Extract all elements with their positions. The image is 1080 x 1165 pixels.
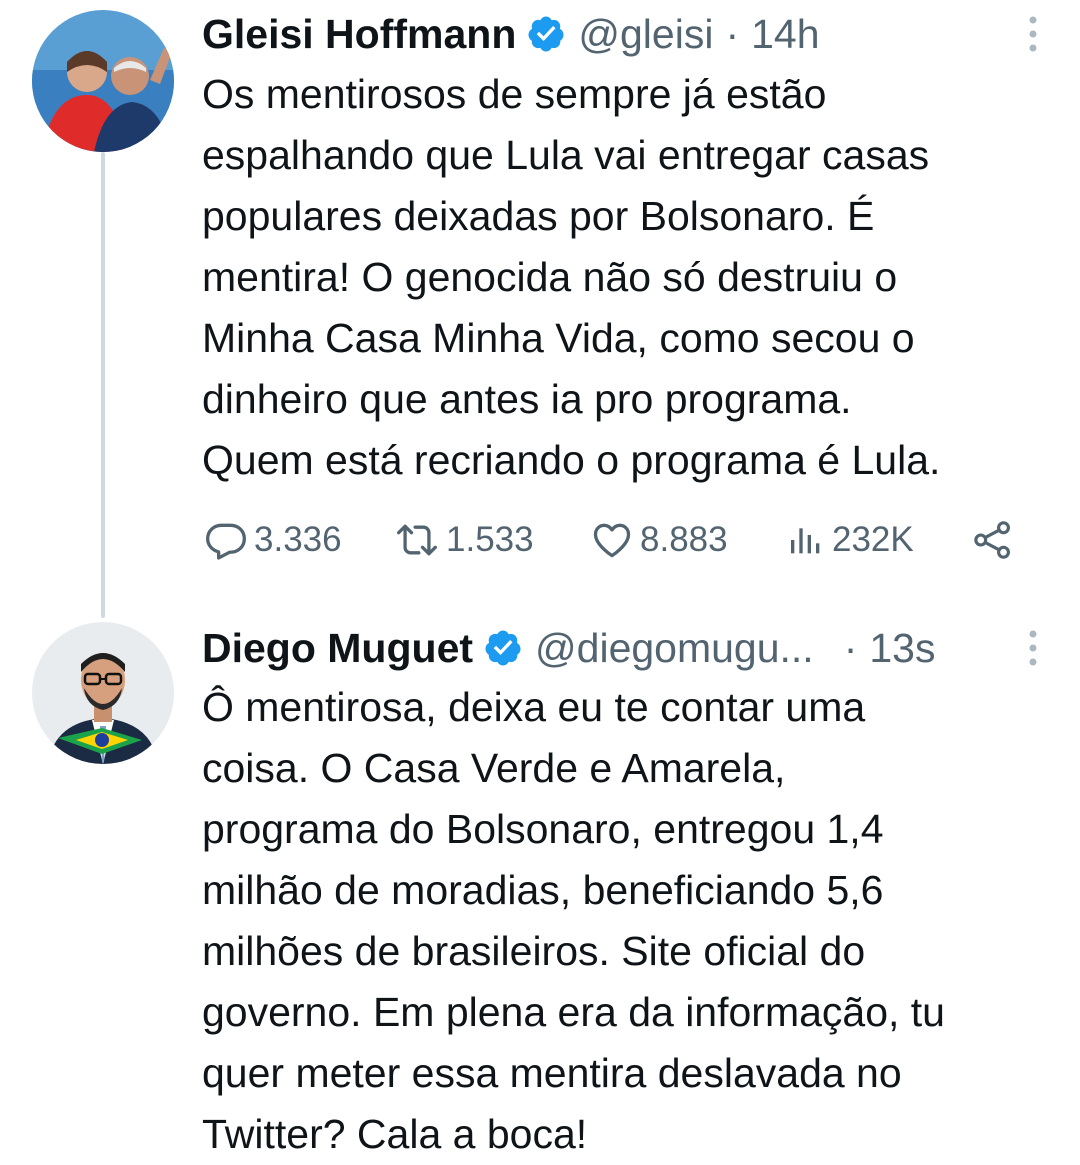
reply-button[interactable]: 3.336 <box>204 512 342 568</box>
tweet-text: Os mentirosos de sempre já estão espalha… <box>202 71 941 483</box>
avatar[interactable] <box>32 622 174 764</box>
timestamp[interactable]: 13s <box>869 625 935 672</box>
separator-dot: · <box>843 624 858 671</box>
thread-connector-line <box>101 152 105 618</box>
separator-dot: · <box>725 10 740 57</box>
tweet-text: Ô mentirosa, deixa eu te contar uma cois… <box>202 684 945 1157</box>
tweet-actions: 3.336 1.533 8.883 232K <box>202 512 1022 568</box>
author-name[interactable]: Gleisi Hoffmann <box>202 11 516 58</box>
reply-icon <box>206 523 246 560</box>
more-options-icon[interactable] <box>1026 14 1040 54</box>
views-count: 232K <box>832 520 914 559</box>
reply-count: 3.336 <box>254 520 342 559</box>
author-handle[interactable]: @gleisi <box>578 11 713 58</box>
author-handle[interactable]: @diegomugu... <box>535 625 814 672</box>
timestamp[interactable]: 14h <box>751 11 819 58</box>
like-button[interactable]: 8.883 <box>590 512 728 568</box>
tweet-header: Diego Muguet @diegomugu... · 13s <box>202 618 935 678</box>
retweet-button[interactable]: 1.533 <box>394 512 534 568</box>
analytics-bars-icon <box>791 528 820 554</box>
retweet-count: 1.533 <box>446 520 534 559</box>
more-options-icon[interactable] <box>1026 628 1040 668</box>
tweet-header: Gleisi Hoffmann @gleisi · 14h <box>202 4 820 64</box>
share-button[interactable] <box>972 512 1020 568</box>
heart-icon <box>593 523 631 558</box>
verified-badge-icon <box>528 16 564 52</box>
retweet-icon <box>397 524 437 556</box>
views-button[interactable]: 232K <box>786 512 914 568</box>
share-icon <box>974 521 1010 559</box>
avatar[interactable] <box>32 10 174 152</box>
like-count: 8.883 <box>640 520 728 559</box>
verified-badge-icon <box>485 630 521 666</box>
author-name[interactable]: Diego Muguet <box>202 625 473 672</box>
